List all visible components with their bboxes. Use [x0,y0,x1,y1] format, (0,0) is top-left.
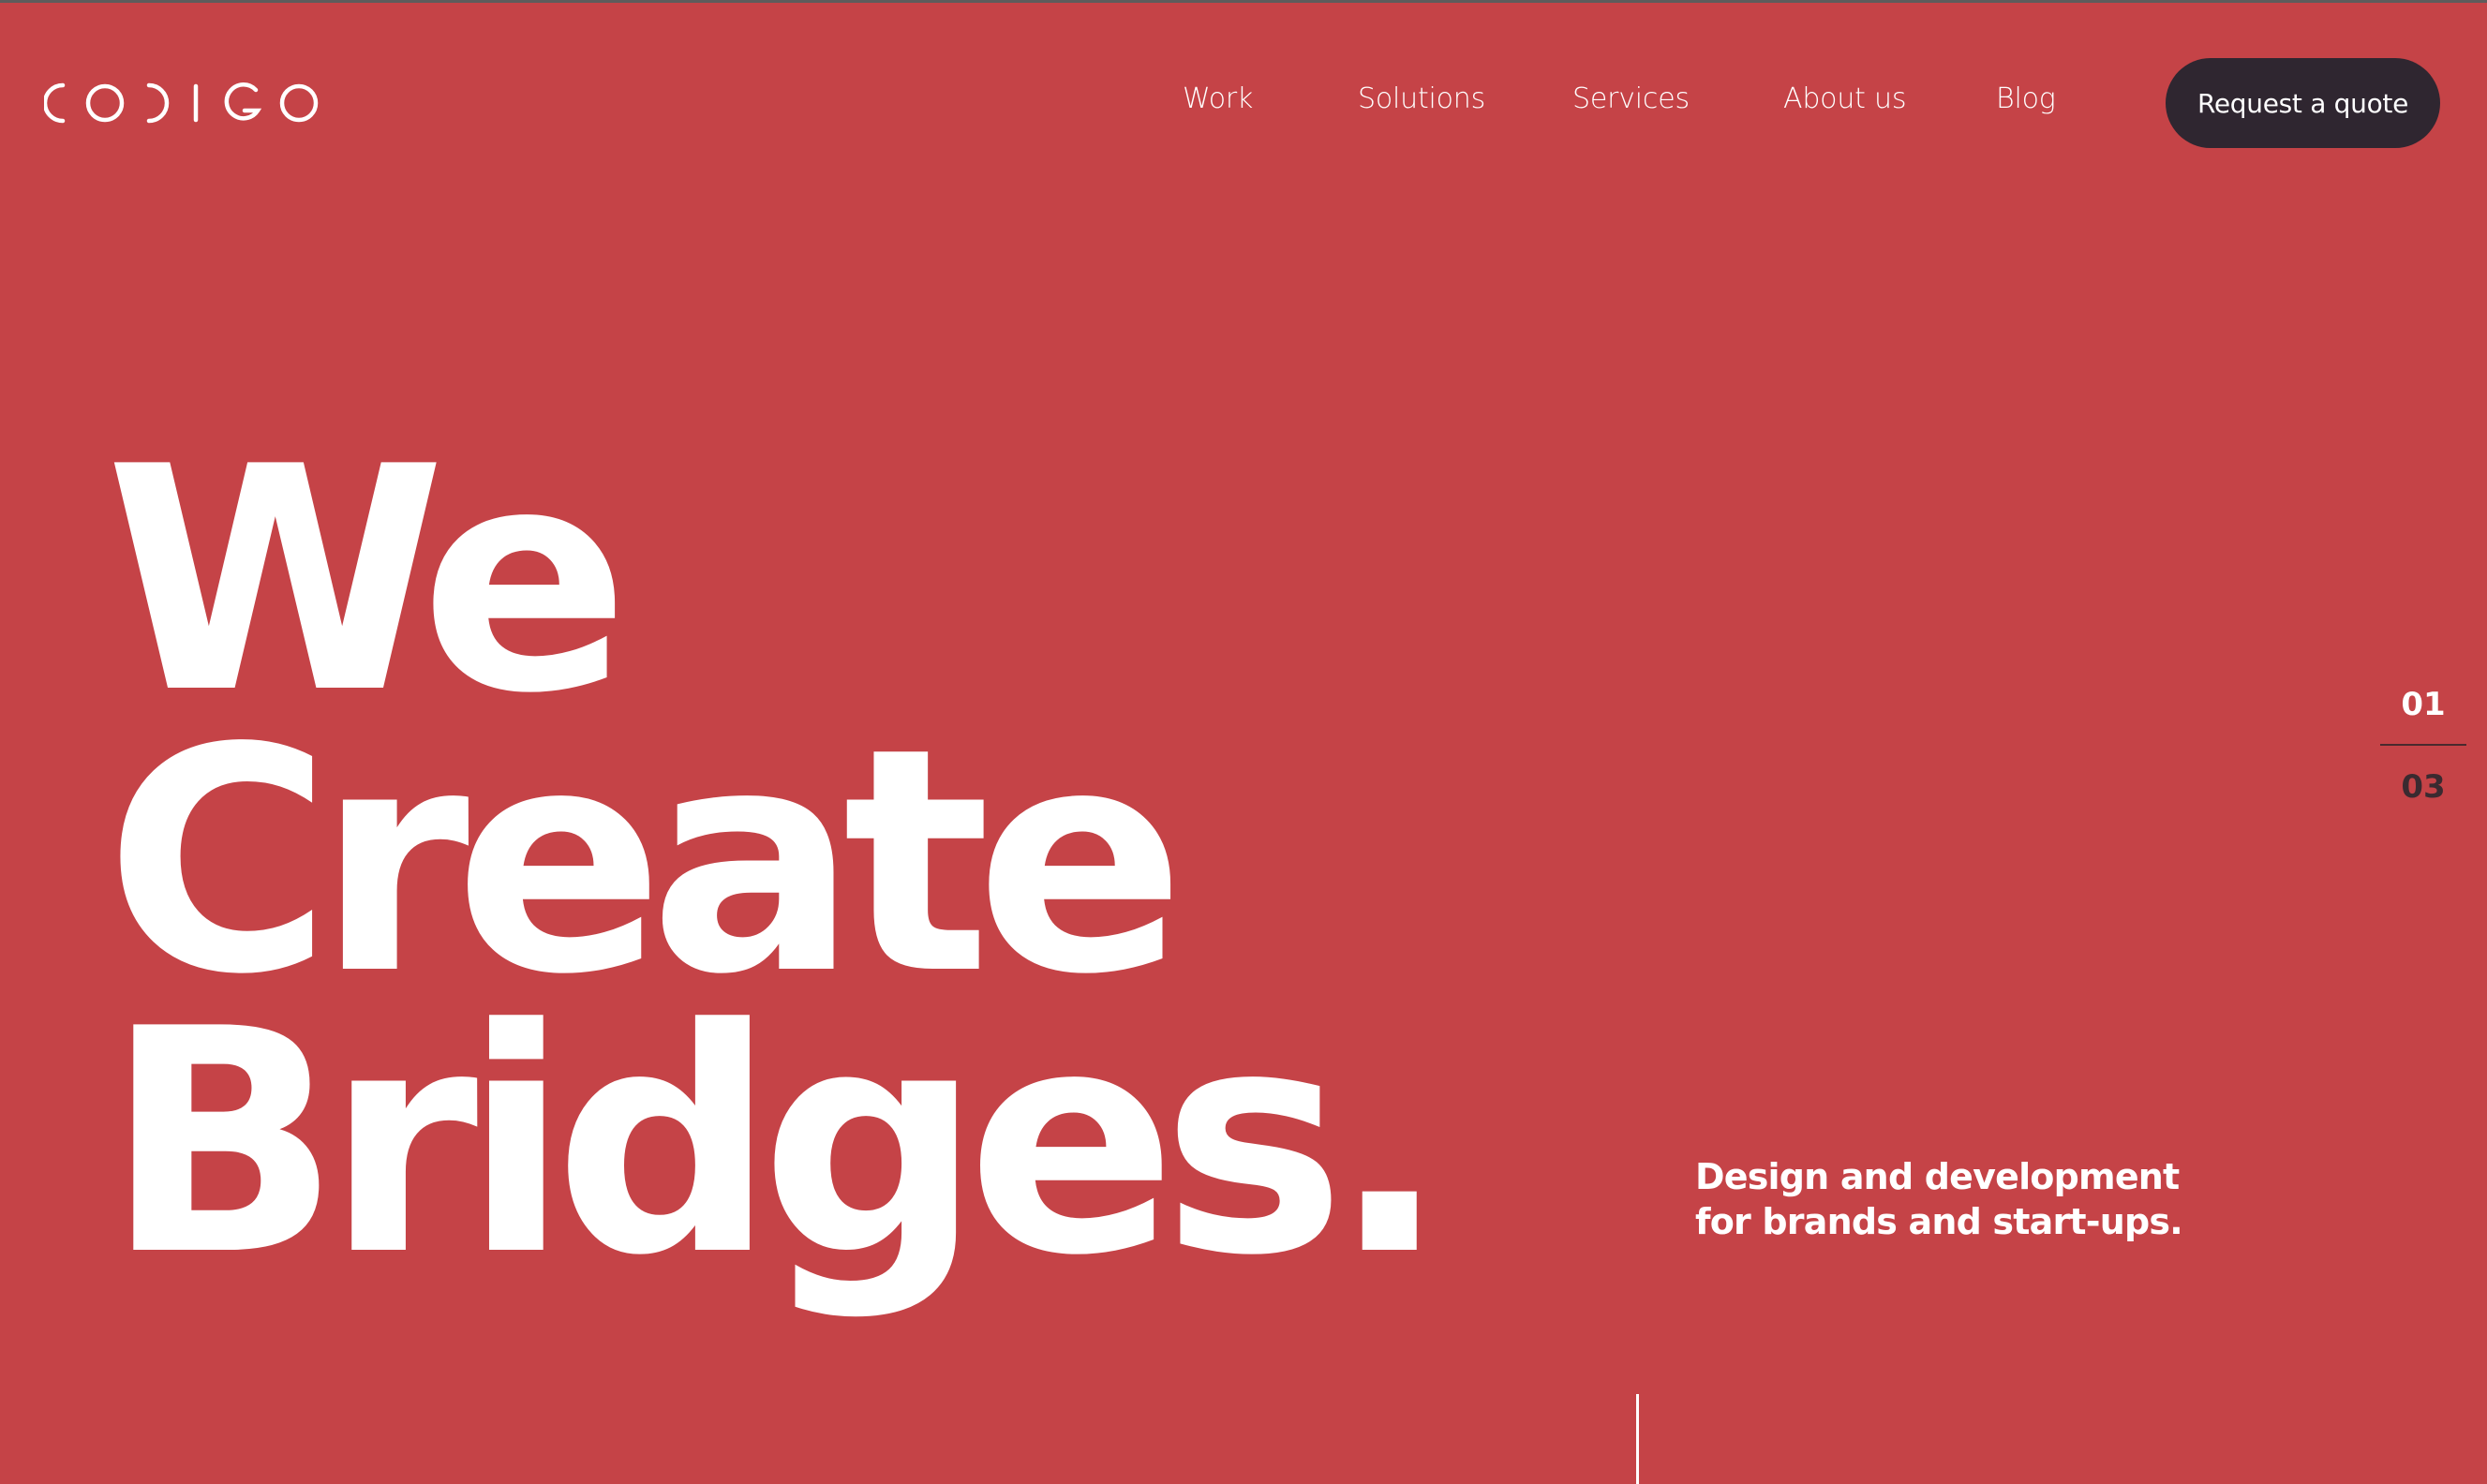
nav-item-about-us[interactable]: About us [1783,79,1906,120]
scroll-indicator-line [1636,1394,1639,1484]
nav-item-solutions[interactable]: Solutions [1358,79,1485,120]
hero-headline: We Create Bridges. [105,401,1448,1323]
slide-counter-divider [2380,744,2466,746]
nav-item-work[interactable]: Work [1183,79,1253,120]
main-nav: Work Solutions Services About us Blog Re… [0,0,2487,206]
headline-line-2: Create [105,682,1185,1042]
nav-item-blog[interactable]: Blog [1996,79,2056,120]
hero-tagline: Design and development for brands and st… [1695,1156,2183,1242]
request-quote-button[interactable]: Request a quote [2166,58,2440,148]
slide-total-number[interactable]: 03 [2380,759,2466,815]
slide-current-number[interactable]: 01 [2380,676,2466,733]
nav-item-services[interactable]: Services [1572,79,1690,120]
headline-line-3: Bridges. [105,963,1448,1323]
slide-counter: 01 03 [2380,676,2466,815]
headline-line-1: We [105,401,630,761]
